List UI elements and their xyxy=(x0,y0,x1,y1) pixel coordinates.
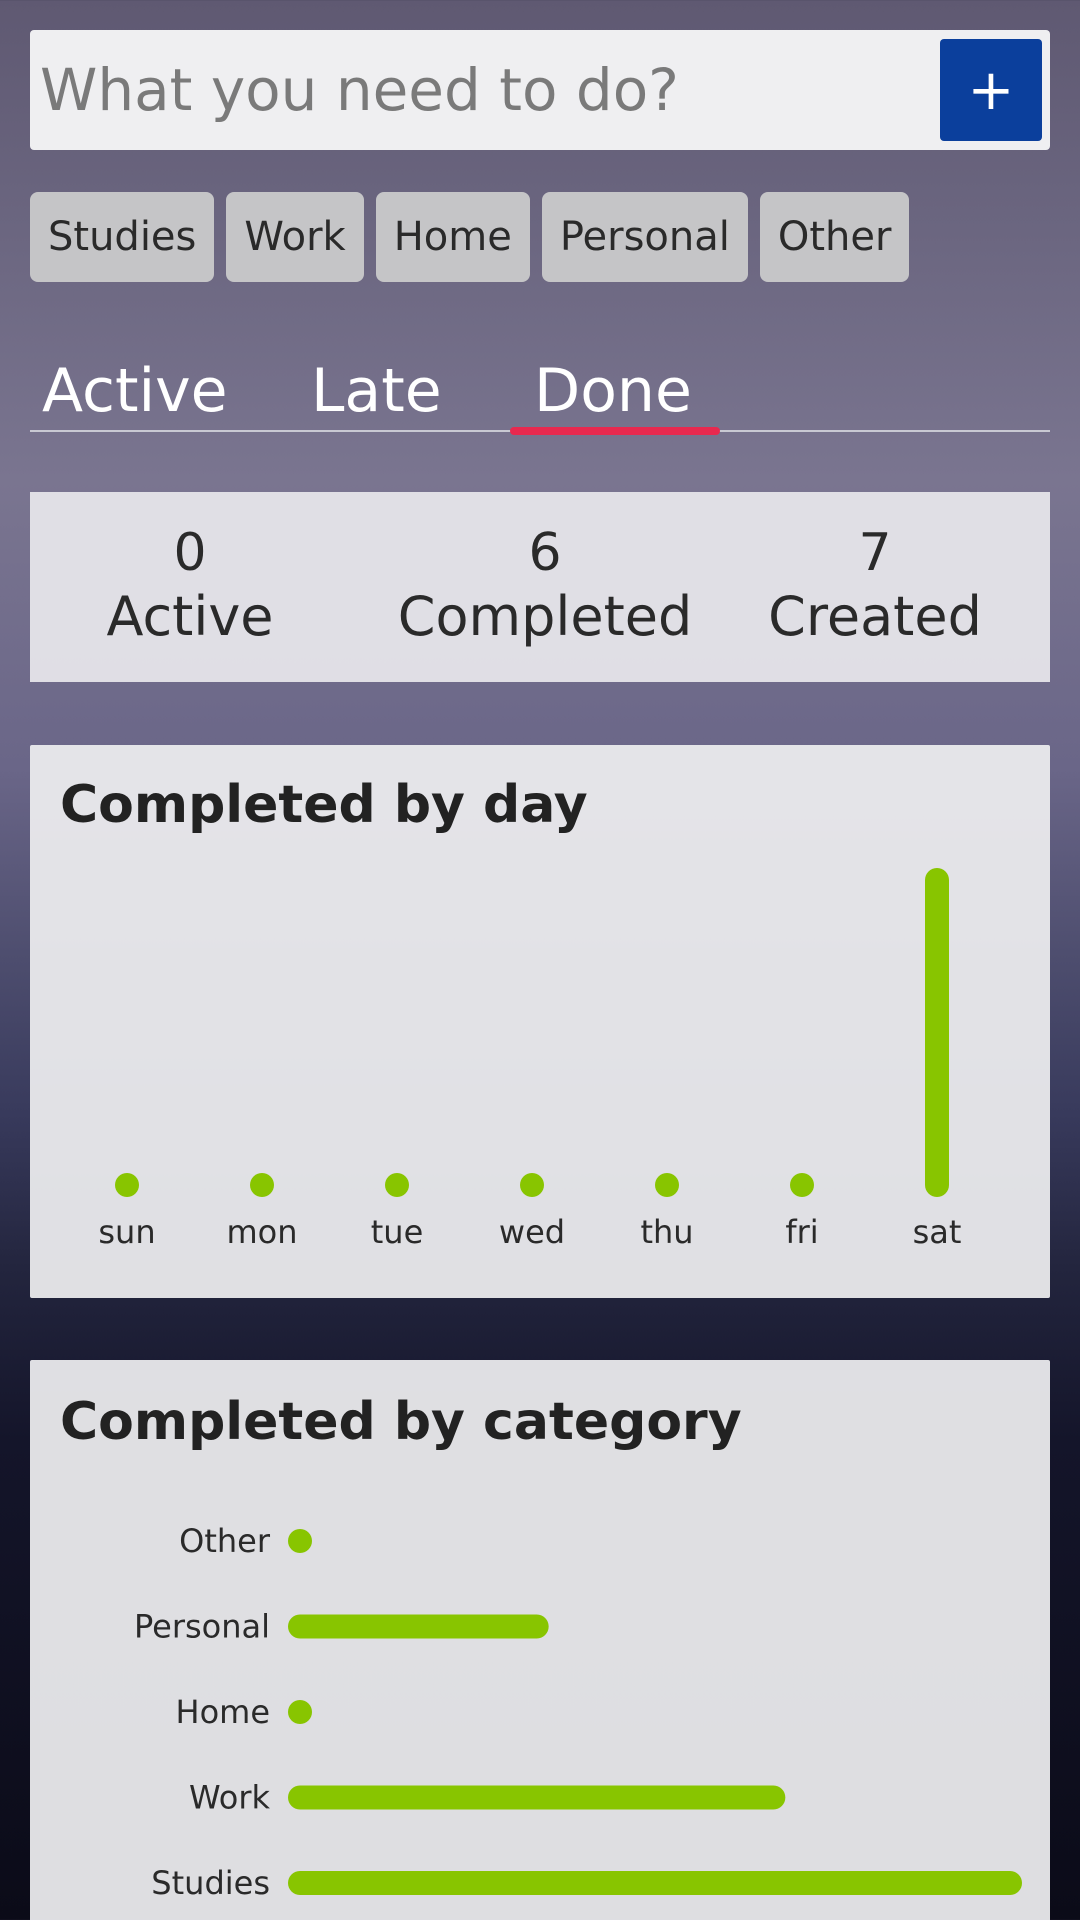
category-personal-button[interactable]: Personal xyxy=(541,192,748,282)
category-filter: Studies Work Home Personal Other xyxy=(30,192,910,282)
day-label-fri: fri xyxy=(785,1213,818,1251)
category-work-button[interactable]: Work xyxy=(226,192,364,282)
day-label-mon: mon xyxy=(226,1213,297,1251)
stat-active: 0 Active xyxy=(90,522,290,650)
add-task-button[interactable]: + xyxy=(940,39,1042,141)
stat-completed: 6 Completed xyxy=(370,522,720,650)
stat-created-value: 7 xyxy=(858,523,892,583)
category-label-work: Work xyxy=(189,1779,271,1817)
day-label-sat: sat xyxy=(913,1213,962,1251)
stat-created-label: Created xyxy=(768,585,982,648)
day-label-sun: sun xyxy=(98,1213,155,1251)
selected-tab-indicator xyxy=(510,427,720,435)
stats-panel: 0 Active 6 Completed 7 Created xyxy=(30,492,1050,682)
tab-active[interactable]: Active xyxy=(42,350,228,432)
status-tabs: Active Late Done xyxy=(30,350,1050,435)
completed-by-category-chart: Other Personal Home Work Studies xyxy=(134,1522,1022,1902)
day-label-tue: tue xyxy=(371,1213,424,1251)
task-input-bar: + xyxy=(30,30,1050,150)
category-other-button[interactable]: Other xyxy=(759,192,910,282)
category-label-personal: Personal xyxy=(134,1608,270,1646)
day-label-wed: wed xyxy=(499,1213,565,1251)
completed-by-day-chart: sun mon tue wed thu fri sat xyxy=(98,868,962,1251)
task-input[interactable] xyxy=(30,30,930,150)
category-label-other: Other xyxy=(179,1522,271,1560)
category-home-button[interactable]: Home xyxy=(375,192,530,282)
tab-late[interactable]: Late xyxy=(311,350,442,432)
stat-active-value: 0 xyxy=(173,523,207,583)
completed-by-day-card: Completed by day sun mon tue wed thu fri sat xyxy=(30,745,1050,1298)
day-label-thu: thu xyxy=(640,1213,693,1251)
stat-created: 7 Created xyxy=(750,522,1000,650)
stat-completed-value: 6 xyxy=(528,523,562,583)
category-label-home: Home xyxy=(176,1693,271,1731)
category-studies-button[interactable]: Studies xyxy=(30,192,215,282)
stat-active-label: Active xyxy=(106,585,274,648)
stat-completed-label: Completed xyxy=(397,585,693,648)
tab-done[interactable]: Done xyxy=(534,350,692,432)
completed-by-category-card: Completed by category Other Personal Home W… xyxy=(30,1360,1050,1920)
category-label-studies: Studies xyxy=(151,1864,270,1902)
